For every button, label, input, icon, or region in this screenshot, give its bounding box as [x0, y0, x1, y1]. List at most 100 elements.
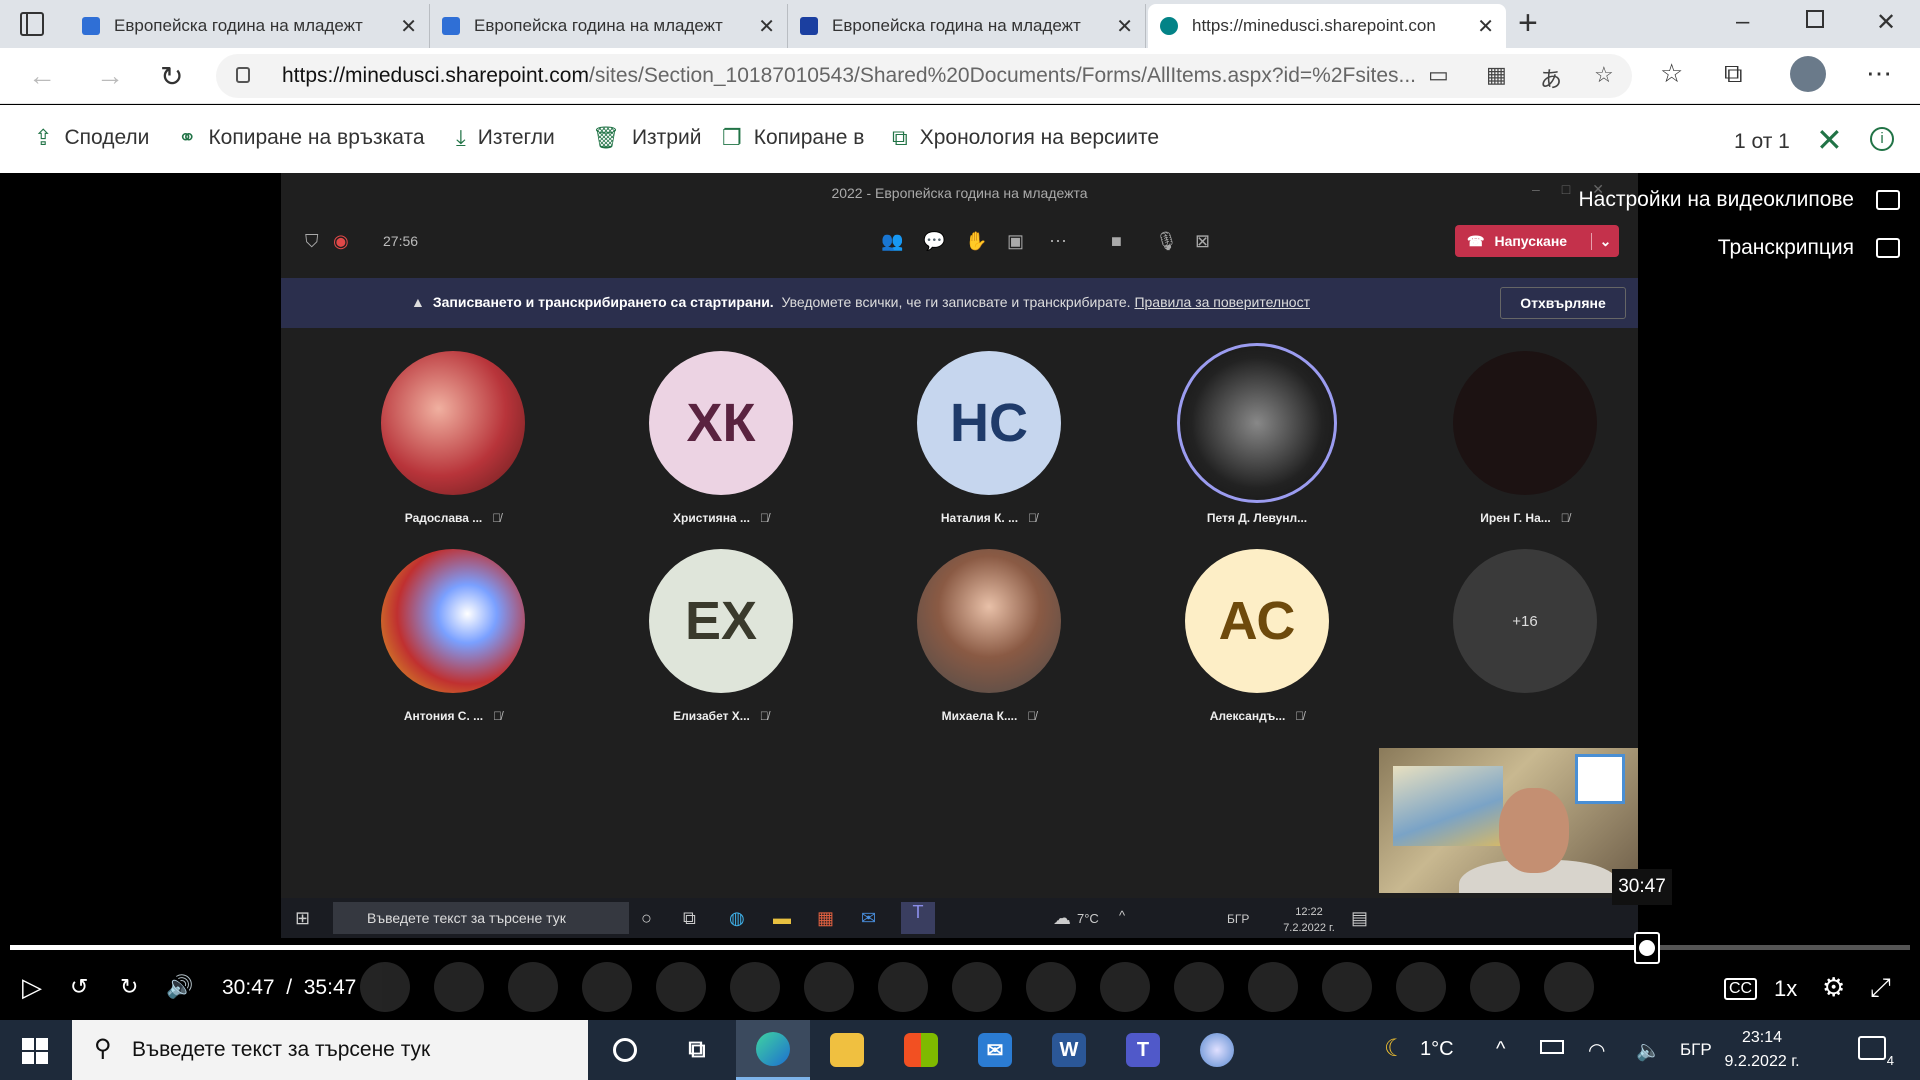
playback-speed-button[interactable]: 1x	[1774, 976, 1797, 1002]
volume-icon[interactable]: 🔊	[166, 974, 193, 1000]
taskbar-word[interactable]: W	[1032, 1020, 1106, 1080]
fullscreen-icon[interactable]: ⤢	[1870, 972, 1891, 1004]
version-history-label: Хронология на версиите	[919, 126, 1160, 149]
recorded-clock: 12:22 7.2.2022 г.	[1281, 904, 1337, 936]
download-button[interactable]: ⤓ Изтегли	[456, 125, 555, 151]
participant-tile: Антония С. ... 🎙̸	[343, 549, 563, 723]
weather-moon-icon[interactable]: ☾	[1384, 1034, 1406, 1063]
delete-button[interactable]: 🗑 Изтрий	[592, 125, 701, 151]
windows-logo-icon: ⊞	[295, 908, 311, 928]
copy-link-button[interactable]: ⚭ Копиране на връзката	[178, 125, 425, 151]
participant-name-text: Михаела К....	[941, 709, 1018, 723]
forward-10-icon[interactable]: ↻	[120, 974, 138, 1000]
wifi-icon[interactable]: ◠	[1588, 1038, 1605, 1063]
play-icon[interactable]: ▷	[22, 972, 42, 1003]
timeline-thumbnails	[360, 958, 1740, 1020]
file-command-bar: ⇪ Сподели ⚭ Копиране на връзката ⤓ Изтегли …	[0, 105, 1920, 173]
rewind-10-icon[interactable]: ↺	[70, 974, 88, 1000]
browser-tab[interactable]: Европейска година на младежт ✕	[70, 4, 430, 48]
chat-icon: 💬	[923, 231, 946, 251]
shield-icon: ⛉	[305, 231, 319, 251]
notifications-icon[interactable]: 4	[1858, 1036, 1894, 1068]
taskbar-clock[interactable]: 23:14 9.2.2022 г.	[1724, 1026, 1800, 1074]
taskbar-file-explorer[interactable]	[810, 1020, 884, 1080]
url-text: https://minedusci.sharepoint.com/sites/S…	[282, 64, 1422, 88]
delete-label: Изтрий	[631, 126, 702, 149]
taskbar-store[interactable]	[884, 1020, 958, 1080]
close-tab-icon[interactable]: ✕	[1477, 14, 1494, 39]
participant-tile: Михаела К.... 🎙̸	[879, 549, 1099, 723]
browser-tab[interactable]: Европейска година на младежт ✕	[788, 4, 1146, 48]
participant-tile-speaking: Петя Д. Левунл...	[1147, 343, 1367, 525]
taskbar-mail[interactable]: ✉	[958, 1020, 1032, 1080]
address-bar-row: ← → ↻ https://minedusci.sharepoint.com/s…	[0, 48, 1920, 104]
gear-icon[interactable]: ⚙	[1822, 972, 1845, 1003]
copy-to-button[interactable]: ❐ Копиране в	[722, 125, 864, 151]
input-language[interactable]: БГР	[1680, 1040, 1712, 1060]
translate-icon[interactable]: あ	[1540, 62, 1562, 94]
refresh-icon[interactable]: ↻	[160, 60, 183, 93]
muted-mic-icon: 🎙̸	[759, 511, 769, 525]
version-history-button[interactable]: ⧉ Хронология на версиите	[892, 125, 1159, 151]
tab-actions-icon[interactable]	[20, 12, 44, 36]
player-controls: ▷ ↺ ↻ 🔊 30:47 / 35:47 CC 1x ⚙ ⤢	[0, 958, 1920, 1020]
tab-title: Европейска година на младежт	[474, 16, 723, 35]
speaker-icon[interactable]: 🔈	[1636, 1038, 1661, 1063]
share-button[interactable]: ⇪ Сподели	[34, 125, 149, 151]
word-icon: W	[1052, 1033, 1086, 1067]
info-icon[interactable]: i	[1870, 127, 1894, 151]
share-icon: ⇪	[34, 125, 53, 150]
video-player[interactable]: 2022 - Европейска година на младежта –□✕…	[0, 173, 1920, 1020]
cortana-button[interactable]	[588, 1020, 662, 1080]
warning-icon: ▲	[411, 294, 425, 310]
participants-icon: 👥	[881, 231, 904, 251]
settings-toggle-icon	[1876, 190, 1900, 210]
current-time: 30:47	[222, 976, 275, 999]
cortana-icon	[613, 1038, 637, 1062]
close-tab-icon[interactable]: ✕	[400, 14, 417, 39]
back-arrow-icon[interactable]: ←	[28, 60, 56, 92]
forward-arrow-icon[interactable]: →	[96, 60, 124, 92]
time-separator: /	[286, 976, 293, 999]
close-window-icon[interactable]: ✕	[1876, 8, 1896, 37]
participant-name: Християна ... 🎙̸	[611, 511, 831, 525]
video-settings-option[interactable]: Настройки на видеоклипове	[1579, 188, 1900, 212]
taskbar-paint[interactable]	[1180, 1020, 1254, 1080]
participant-name-text: Антония С. ...	[403, 709, 484, 723]
apps-grid-icon[interactable]: ▦	[1486, 62, 1507, 88]
browser-tab-active[interactable]: https://minedusci.sharepoint.con ✕	[1148, 4, 1506, 48]
copy-icon: ❐	[722, 125, 742, 150]
more-menu-icon[interactable]: ⋯	[1866, 58, 1892, 89]
taskbar-search-box[interactable]: ⚲ Въведете текст за търсене тук	[72, 1020, 588, 1080]
battery-icon[interactable]	[1540, 1040, 1564, 1054]
participant-name-text: Християна ...	[673, 511, 750, 525]
collections-icon[interactable]: ⧉	[1724, 58, 1743, 90]
transcript-option[interactable]: Транскрипция	[1718, 236, 1900, 260]
new-tab-button[interactable]: +	[1518, 6, 1538, 40]
taskbar-teams[interactable]: T	[1106, 1020, 1180, 1080]
url-field[interactable]: https://minedusci.sharepoint.com/sites/S…	[216, 54, 1632, 98]
restore-icon[interactable]	[1806, 10, 1824, 28]
profile-avatar[interactable]	[1790, 56, 1826, 92]
close-tab-icon[interactable]: ✕	[758, 14, 775, 39]
minimize-icon[interactable]: –	[1736, 8, 1749, 36]
favorites-icon[interactable]: ☆	[1660, 58, 1683, 89]
microphone-icon: 🎙	[1155, 231, 1178, 251]
tray-chevron-icon[interactable]: ^	[1496, 1038, 1505, 1061]
browser-tab[interactable]: Европейска година на младежт ✕	[430, 4, 788, 48]
taskbar-edge[interactable]	[736, 1020, 810, 1080]
muted-mic-icon: 🎙̸	[1295, 709, 1305, 723]
participant-tile: Ирен Г. На... 🎙̸	[1415, 351, 1635, 525]
add-favorite-icon[interactable]: ☆	[1594, 62, 1614, 88]
windows-logo-icon[interactable]	[22, 1038, 48, 1064]
store-icon: ▦	[817, 908, 835, 928]
app-available-icon[interactable]: ▭	[1428, 62, 1449, 88]
close-viewer-icon[interactable]: ✕	[1816, 121, 1843, 159]
closed-captions-icon[interactable]: CC	[1724, 978, 1758, 1000]
copy-link-label: Копиране на връзката	[208, 126, 425, 149]
lock-icon	[236, 67, 250, 83]
taskbar-temperature[interactable]: 1°C	[1420, 1038, 1454, 1061]
seek-bar[interactable]	[10, 932, 1910, 964]
close-tab-icon[interactable]: ✕	[1116, 14, 1133, 39]
task-view-button[interactable]: ⧉	[660, 1020, 734, 1080]
